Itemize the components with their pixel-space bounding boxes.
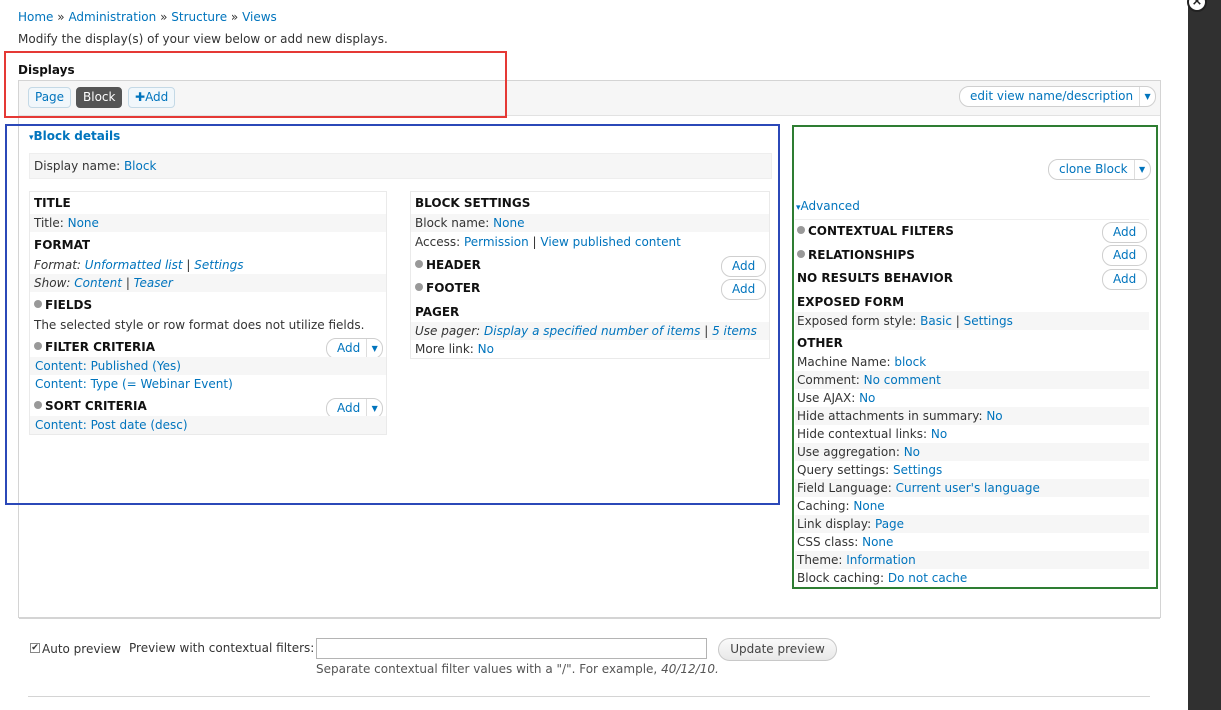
checkbox-icon: ✔ [31,643,39,653]
advanced-highlight-box [792,125,1158,589]
chevron-down-icon[interactable]: ▼ [1139,87,1155,106]
contextual-filters-input[interactable] [316,638,707,659]
intro-text: Modify the display(s) of your view below… [18,32,388,46]
edit-view-name-button[interactable]: edit view name/description ▼ [959,86,1157,107]
auto-preview-label: Auto preview [42,642,121,656]
preview-help-text: Separate contextual filter values with a… [316,662,719,676]
window-scrollbar[interactable] [1188,0,1221,710]
breadcrumb-views[interactable]: Views [242,10,277,24]
breadcrumb-structure[interactable]: Structure [171,10,227,24]
breadcrumb-home[interactable]: Home [18,10,53,24]
displays-highlight-box [4,51,507,118]
block-details-highlight-box [5,124,780,505]
auto-preview-checkbox[interactable]: ✔ [30,643,40,653]
update-preview-button[interactable]: Update preview [718,638,837,661]
divider [28,696,1150,697]
breadcrumb-administration[interactable]: Administration [68,10,156,24]
breadcrumb: Home » Administration » Structure » View… [18,10,277,24]
contextual-filters-label: Preview with contextual filters: [129,641,315,655]
